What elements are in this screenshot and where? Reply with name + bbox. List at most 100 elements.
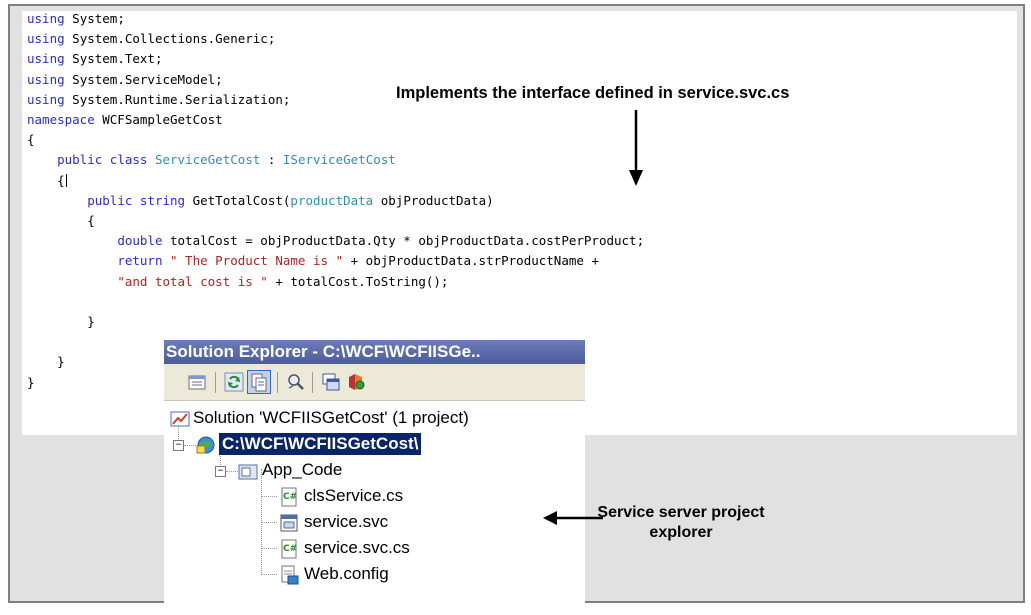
wcf-config-icon[interactable]: [345, 371, 367, 393]
tree-label-file: Web.config: [304, 564, 389, 583]
code-text: + totalCost.ToString();: [267, 273, 449, 289]
code-text: + objProductData.strProductName +: [343, 253, 599, 269]
code-text: System.ServiceModel;: [64, 71, 223, 87]
code-text: :: [260, 152, 283, 168]
tree-item-file[interactable]: C# clsService.cs: [164, 485, 585, 509]
code-text: objProductData): [373, 192, 494, 208]
code-text: }: [27, 374, 35, 390]
collapse-folder-toggle[interactable]: −: [215, 466, 226, 477]
code-line: using System.Collections.Generic;: [27, 32, 275, 46]
view-designer-icon[interactable]: [320, 371, 342, 393]
toolbar-separator: [312, 372, 313, 393]
code-line: }: [27, 355, 65, 369]
code-type: ServiceGetCost: [154, 152, 261, 168]
code-keyword: using: [27, 31, 65, 47]
tree-item-file[interactable]: service.svc: [164, 511, 585, 535]
properties-icon[interactable]: [186, 371, 208, 393]
code-keyword: return: [117, 253, 163, 269]
code-line: public string GetTotalCost(productData o…: [27, 192, 494, 208]
code-type: IServiceGetCost: [282, 152, 396, 168]
tree-label-file: service.svc.cs: [304, 538, 410, 557]
code-keyword: double: [117, 233, 163, 249]
config-file-icon: [281, 565, 299, 585]
code-type: productData: [290, 192, 374, 208]
solution-explorer-toolbar: [164, 364, 585, 401]
toolbar-separator: [277, 372, 278, 393]
code-line: {: [27, 172, 67, 188]
code-keyword: using: [27, 11, 65, 26]
code-text: WCFSampleGetCost: [94, 112, 223, 127]
tree-label-project: C:\WCF\WCFIISGetCost\: [219, 433, 422, 455]
code-text: }: [27, 314, 95, 329]
tree-label-app-code: App_Code: [262, 460, 343, 479]
solution-explorer-title[interactable]: Solution Explorer - C:\WCF\WCFIISGe..: [164, 340, 585, 364]
solution-icon: [170, 411, 190, 427]
solution-explorer: Solution Explorer - C:\WCF\WCFIISGe.. So…: [164, 340, 585, 615]
code-keyword: public: [87, 192, 133, 208]
code-line: using System.Text;: [27, 52, 162, 66]
code-keyword: class: [109, 152, 148, 168]
code-line: double totalCost = objProductData.Qty * …: [27, 234, 644, 248]
tree-label-file: service.svc: [304, 512, 389, 531]
code-text: }: [27, 354, 65, 370]
tree-item-file[interactable]: C# service.svc.cs: [164, 537, 585, 561]
code-line: {: [27, 133, 35, 147]
tree-item-project[interactable]: − C:\WCF\WCFIISGetCost\: [164, 433, 585, 457]
view-code-icon[interactable]: [285, 371, 307, 393]
collapse-project-toggle[interactable]: −: [173, 440, 184, 451]
tree-item-file[interactable]: Web.config: [164, 563, 585, 587]
code-text: GetTotalCost(: [185, 192, 291, 208]
text-caret: [65, 173, 67, 187]
show-all-files-icon[interactable]: [247, 370, 271, 394]
code-keyword: using: [27, 91, 65, 107]
code-line: namespace WCFSampleGetCost: [27, 113, 223, 127]
code-line: public class ServiceGetCost : IServiceGe…: [27, 153, 396, 167]
code-line: {: [27, 214, 95, 228]
svg-text:C#: C#: [283, 544, 297, 554]
code-text: System.Text;: [64, 51, 163, 67]
code-string: "and total cost is ": [117, 273, 268, 289]
website-project-icon: [196, 436, 215, 454]
code-text: {: [27, 213, 95, 228]
code-keyword: using: [27, 71, 65, 87]
refresh-icon[interactable]: [223, 371, 245, 393]
csharp-file-icon: C#: [281, 487, 297, 507]
code-text: {: [27, 172, 65, 188]
code-string: " The Product Name is ": [170, 253, 344, 269]
folder-icon: [238, 464, 258, 480]
svg-text:C#: C#: [283, 492, 297, 502]
tree-item-solution[interactable]: Solution 'WCFIISGetCost' (1 project): [164, 407, 585, 431]
code-line: using System.ServiceModel;: [27, 71, 223, 87]
svc-file-icon: [280, 514, 298, 532]
csharp-file-icon: C#: [281, 539, 297, 559]
code-text: totalCost = objProductData.Qty * objProd…: [162, 233, 645, 249]
tree-label-file: clsService.cs: [304, 486, 404, 505]
code-keyword: public: [57, 152, 103, 168]
code-line: }: [27, 315, 95, 329]
annotation-project-explorer: Service server project explorer: [597, 504, 765, 541]
code-line: "and total cost is " + totalCost.ToStrin…: [27, 273, 449, 289]
code-text: System;: [64, 11, 125, 26]
code-line: return " The Product Name is " + objProd…: [27, 254, 599, 268]
code-text: System.Runtime.Serialization;: [64, 91, 291, 107]
code-line: using System;: [27, 12, 125, 26]
tree-label-solution: Solution 'WCFIISGetCost' (1 project): [193, 408, 469, 427]
toolbar-separator: [215, 372, 216, 393]
code-text: System.Collections.Generic;: [64, 31, 276, 47]
code-line: using System.Runtime.Serialization;: [27, 91, 291, 107]
code-line: }: [27, 374, 35, 390]
code-keyword: string: [139, 192, 186, 208]
code-text: {: [27, 132, 35, 148]
arrow-left-icon: [543, 511, 603, 525]
arrow-down-icon: [629, 110, 643, 186]
tree-item-app-code[interactable]: − App_Code: [164, 459, 585, 483]
code-keyword: using: [27, 51, 65, 67]
